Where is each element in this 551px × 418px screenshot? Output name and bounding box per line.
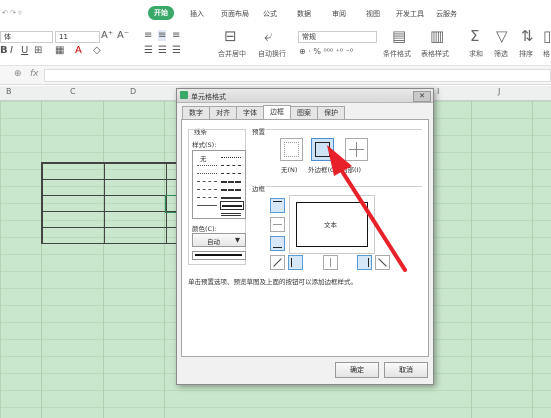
annotation-arrow-icon	[327, 145, 407, 272]
